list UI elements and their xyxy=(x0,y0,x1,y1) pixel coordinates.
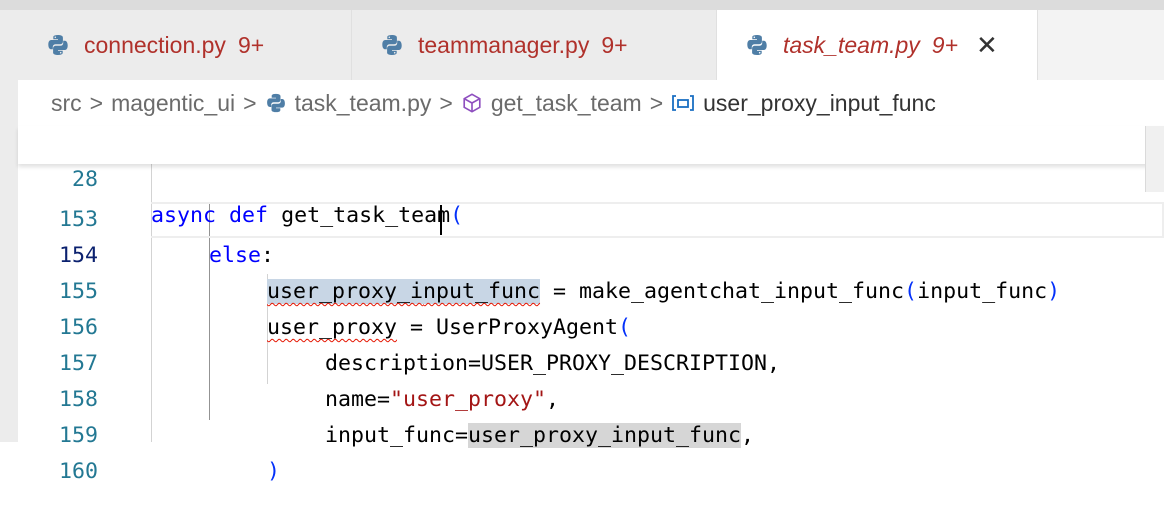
tab-label: task_team.py xyxy=(783,31,920,58)
python-icon xyxy=(382,35,402,55)
code-row: 160 xyxy=(18,418,1164,484)
python-icon xyxy=(48,35,68,55)
window-top-strip xyxy=(0,0,1164,10)
breadcrumb-item-folder[interactable]: magentic_ui xyxy=(111,90,235,117)
code-row: 155 user_proxy = UserProxyAgent( xyxy=(18,238,1164,340)
sticky-scroll-header[interactable]: 28 async def get_task_team( xyxy=(18,126,1164,228)
tab-task-team-py[interactable]: task_team.py 9+ ✕ xyxy=(717,10,1038,80)
breadcrumb-item-variable[interactable]: user_proxy_input_func xyxy=(703,90,936,117)
tab-label: connection.py xyxy=(84,31,226,58)
tab-label: teammanager.py xyxy=(418,31,590,58)
code-row: 157 name="user_proxy", xyxy=(18,310,1164,412)
breadcrumb-item-file[interactable]: task_team.py xyxy=(295,90,432,117)
code-row: 156 description=USER_PROXY_DESCRIPTION, xyxy=(18,274,1164,376)
code-editor[interactable]: 28 async def get_task_team( 153 else: 15… xyxy=(18,126,1164,484)
editor-tab-bar: connection.py 9+ teammanager.py 9+ task_… xyxy=(18,10,1164,80)
breadcrumb: src > magentic_ui > task_team.py > get_t… xyxy=(18,80,1164,126)
method-cube-icon xyxy=(461,92,483,114)
tab-teammanager-py[interactable]: teammanager.py 9+ xyxy=(352,10,717,80)
problem-count-badge: 9+ xyxy=(601,31,628,58)
activity-edge xyxy=(0,10,19,442)
line-number: 28 xyxy=(71,167,98,192)
code-line: async def get_task_team( xyxy=(151,203,464,228)
breadcrumb-separator: > xyxy=(89,89,104,116)
code-row: 159 ) xyxy=(18,382,1164,484)
variable-icon xyxy=(671,93,695,113)
python-icon xyxy=(265,92,287,114)
problem-count-badge: 9+ xyxy=(931,31,959,58)
breadcrumb-separator: > xyxy=(649,89,664,116)
code-row: 158 input_func=user_proxy_input_func, xyxy=(18,346,1164,448)
python-icon xyxy=(747,35,767,55)
breadcrumb-separator: > xyxy=(243,89,257,116)
line-number: 160 xyxy=(58,459,98,484)
problem-count-badge: 9+ xyxy=(237,31,265,58)
breadcrumb-separator: > xyxy=(439,89,453,116)
breadcrumb-item-function[interactable]: get_task_team xyxy=(491,90,642,117)
code-row: 153 else: xyxy=(18,166,1164,268)
close-tab-icon[interactable]: ✕ xyxy=(976,32,998,58)
code-line: ) xyxy=(267,459,281,484)
tab-connection-py[interactable]: connection.py 9+ xyxy=(18,10,352,80)
overview-ruler[interactable] xyxy=(1145,126,1164,192)
breadcrumb-item-src[interactable]: src xyxy=(51,90,82,117)
